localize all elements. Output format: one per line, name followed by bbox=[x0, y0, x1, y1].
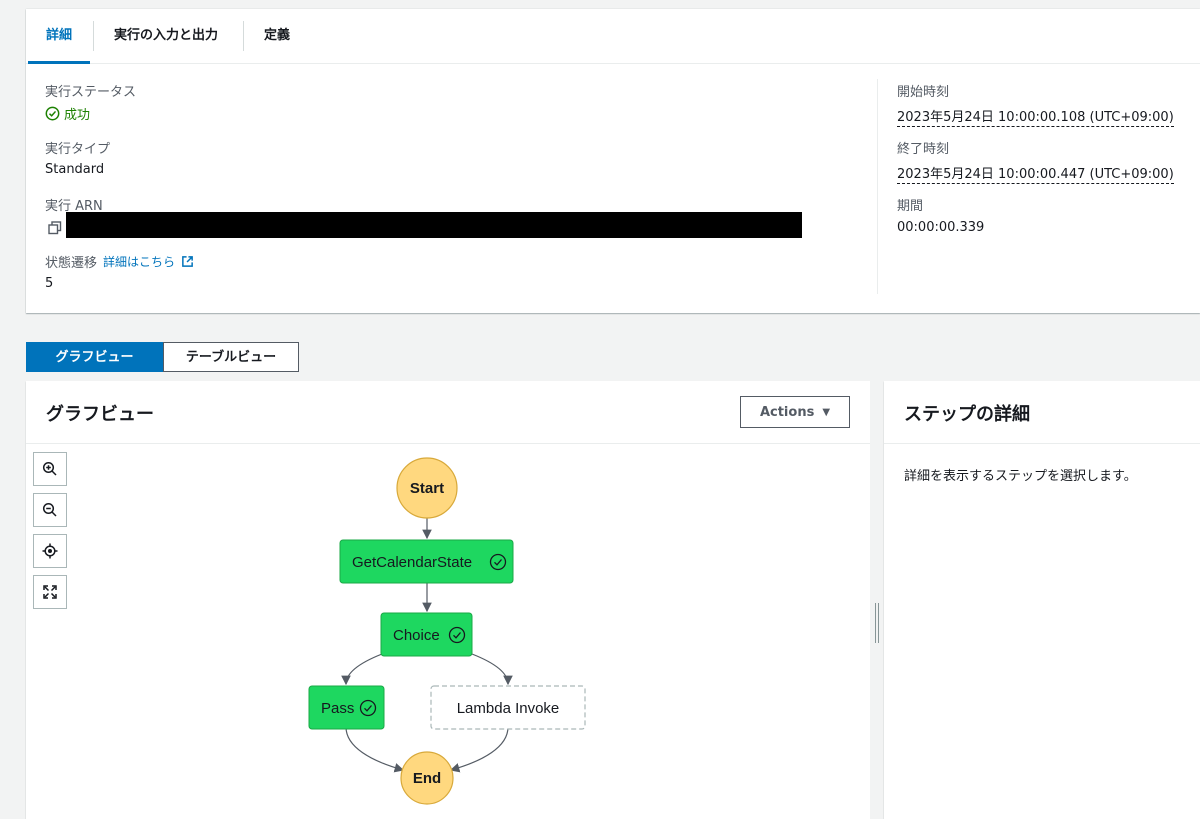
type-label: 実行タイプ bbox=[45, 142, 111, 157]
start-time-value: 2023年5月24日 10:00:00.108 (UTC+09:00) bbox=[897, 106, 1174, 127]
node-getcalendarstate[interactable]: GetCalendarState bbox=[339, 539, 514, 584]
duration-label: 期間 bbox=[897, 199, 924, 214]
column-divider bbox=[877, 79, 878, 294]
external-link-icon bbox=[182, 256, 193, 267]
graph-view-toggle[interactable]: グラフビュー bbox=[26, 342, 163, 372]
success-check-icon bbox=[45, 106, 60, 121]
transitions-label: 状態遷移 bbox=[45, 256, 98, 271]
resize-grip-line bbox=[878, 603, 879, 643]
status-text: 成功 bbox=[64, 108, 91, 123]
tab-divider bbox=[243, 21, 244, 51]
end-time-value: 2023年5月24日 10:00:00.447 (UTC+09:00) bbox=[897, 163, 1174, 184]
step-details-title: ステップの詳細 bbox=[904, 404, 1030, 425]
transitions-row: 状態遷移 詳細はこちら bbox=[45, 252, 194, 271]
edge-choice-lambda bbox=[471, 653, 513, 686]
start-time-text: 2023年5月24日 10:00:00.108 (UTC+09:00) bbox=[897, 110, 1174, 127]
graph-panel-title: グラフビュー bbox=[46, 404, 154, 425]
node-pass[interactable]: Pass bbox=[308, 685, 385, 730]
node-lambda-invoke-label: Lambda Invoke bbox=[457, 700, 560, 717]
status-label: 実行ステータス bbox=[45, 85, 137, 100]
table-view-toggle[interactable]: テーブルビュー bbox=[163, 342, 299, 372]
node-lambda-invoke[interactable]: Lambda Invoke bbox=[430, 685, 586, 730]
actions-label: Actions bbox=[759, 404, 815, 420]
status-value: 成功 bbox=[45, 104, 90, 123]
panel-resize-handle[interactable] bbox=[870, 381, 884, 819]
state-machine-graph: Start GetCalendarState Choice Pass Lambd… bbox=[308, 457, 586, 805]
end-time-label: 終了時刻 bbox=[897, 142, 950, 157]
edge-choice-pass bbox=[341, 653, 383, 686]
tab-divider bbox=[93, 21, 94, 51]
copy-icon[interactable] bbox=[48, 220, 62, 235]
execution-details-card: 詳細 実行の入力と出力 定義 実行ステータス 成功 実行タイプ Standard… bbox=[26, 9, 1200, 313]
edge-lambda-end bbox=[449, 726, 509, 773]
node-end-label: End bbox=[413, 770, 441, 787]
step-details-message: 詳細を表示するステップを選択します。 bbox=[904, 469, 1137, 484]
graph-panel-header: グラフビュー Actions ▼ bbox=[26, 381, 870, 444]
tab-details[interactable]: 詳細 bbox=[27, 9, 91, 64]
tab-definition[interactable]: 定義 bbox=[264, 9, 290, 63]
actions-button[interactable]: Actions ▼ bbox=[740, 396, 850, 428]
node-pass-label: Pass bbox=[321, 700, 354, 717]
node-choice-label: Choice bbox=[393, 627, 440, 644]
node-getcalendarstate-label: GetCalendarState bbox=[352, 554, 472, 571]
resize-grip-line bbox=[875, 603, 876, 643]
end-time-text: 2023年5月24日 10:00:00.447 (UTC+09:00) bbox=[897, 167, 1174, 184]
transitions-info-link[interactable]: 詳細はこちら bbox=[103, 253, 175, 270]
transitions-value: 5 bbox=[45, 276, 54, 291]
tab-input-output[interactable]: 実行の入力と出力 bbox=[114, 9, 218, 63]
node-start[interactable]: Start bbox=[396, 457, 458, 519]
node-start-label: Start bbox=[410, 480, 444, 497]
node-end[interactable]: End bbox=[400, 751, 454, 805]
arn-redacted bbox=[66, 212, 802, 238]
edge-pass-end bbox=[345, 726, 405, 773]
type-value: Standard bbox=[45, 162, 105, 177]
step-details-panel: ステップの詳細 詳細を表示するステップを選択します。 bbox=[884, 381, 1200, 819]
step-details-header: ステップの詳細 bbox=[884, 381, 1200, 444]
node-choice[interactable]: Choice bbox=[380, 612, 473, 657]
detail-tabs: 詳細 実行の入力と出力 定義 bbox=[26, 9, 1200, 64]
caret-down-icon: ▼ bbox=[822, 406, 831, 418]
graph-panel: グラフビュー Actions ▼ Start GetCalendarState … bbox=[26, 381, 870, 819]
duration-value: 00:00:00.339 bbox=[897, 220, 985, 235]
start-time-label: 開始時刻 bbox=[897, 85, 950, 100]
